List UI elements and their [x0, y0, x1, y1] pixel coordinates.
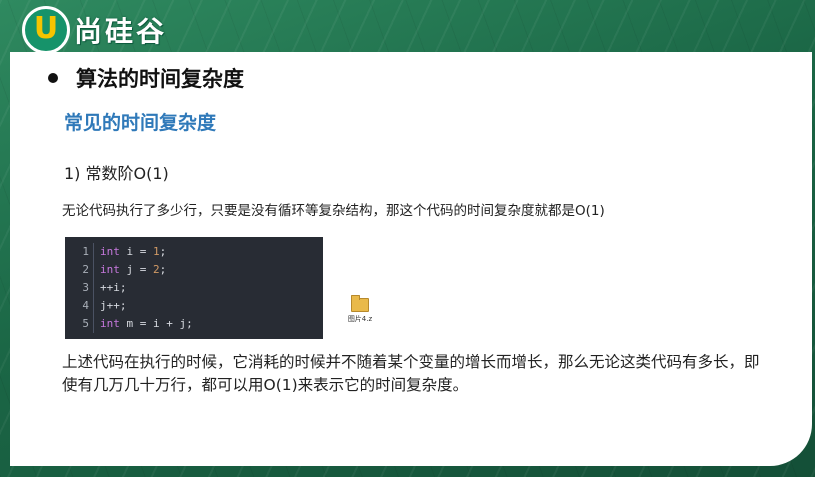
code-keyword: int	[100, 245, 120, 258]
code-text: int i = 1;	[94, 243, 166, 261]
code-number: 2	[153, 263, 160, 276]
section-subheading: 常见的时间复杂度	[64, 112, 217, 134]
line-number: 1	[65, 243, 94, 261]
code-block: 1 int i = 1; 2 int j = 2; 3 ++i; 4 j++; 5 int…	[65, 237, 323, 339]
code-line: 2 int j = 2;	[65, 261, 323, 279]
code-keyword: int	[100, 317, 120, 330]
code-line: 3 ++i;	[65, 279, 323, 297]
line-number: 4	[65, 297, 94, 315]
logo-mark: U	[22, 6, 70, 54]
code-line: 1 int i = 1;	[65, 243, 323, 261]
code-text: j++;	[94, 297, 127, 315]
logo-brand-text: 尚硅谷	[74, 15, 168, 48]
description-text: 无论代码执行了多少行，只要是没有循环等复杂结构，那这个代码的时间复杂度就都是O(…	[62, 203, 605, 219]
code-fragment: j =	[119, 263, 153, 276]
brand-logo: U 尚硅谷	[18, 6, 214, 54]
slide-heading: 算法的时间复杂度	[48, 62, 244, 94]
file-attachment[interactable]: 图片4.z	[344, 295, 376, 324]
code-fragment: i =	[119, 245, 153, 258]
code-text: int j = 2;	[94, 261, 166, 279]
code-keyword: int	[100, 263, 120, 276]
code-number: 1	[153, 245, 160, 258]
code-fragment: j++;	[100, 299, 127, 312]
explanation-paragraph: 上述代码在执行的时候，它消耗的时候并不随着某个变量的增长而增长，那么无论这类代码…	[62, 353, 760, 394]
code-line: 5 int m = i + j;	[65, 315, 323, 333]
code-end: ;	[159, 245, 167, 258]
heading-text: 算法的时间复杂度	[76, 67, 244, 91]
bullet-icon	[48, 73, 58, 83]
item-title: 1) 常数阶O(1)	[64, 164, 169, 183]
line-number: 3	[65, 279, 94, 297]
line-number: 2	[65, 261, 94, 279]
line-number: 5	[65, 315, 94, 333]
code-line: 4 j++;	[65, 297, 323, 315]
code-fragment: ++i;	[100, 281, 127, 294]
code-fragment: m = i + j;	[119, 317, 193, 330]
code-text: int m = i + j;	[94, 315, 193, 333]
file-label: 图片4.z	[347, 315, 373, 323]
folder-icon[interactable]	[351, 295, 369, 312]
code-end: ;	[159, 263, 167, 276]
code-text: ++i;	[94, 279, 127, 297]
slide-edge-marker	[807, 232, 811, 302]
